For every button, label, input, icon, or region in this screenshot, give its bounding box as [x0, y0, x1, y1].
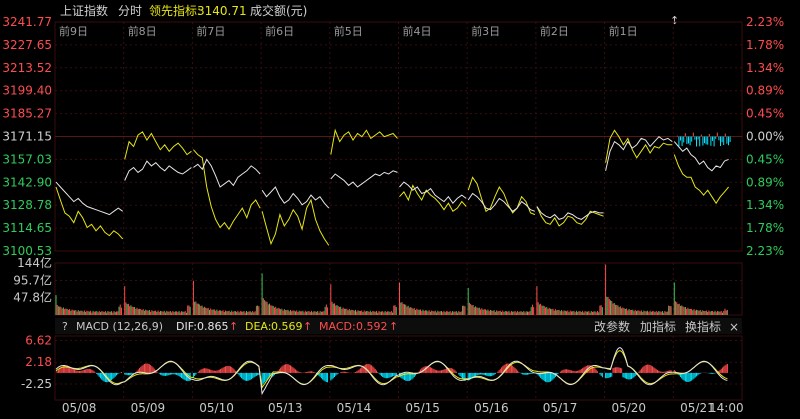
macd-axis: 6.62 2.18 -2.25: [21, 333, 52, 391]
index-name[interactable]: 上证指数: [60, 3, 108, 18]
help-icon[interactable]: ?: [62, 320, 68, 333]
date-label: 05/13: [268, 401, 303, 415]
date-label: 05/16: [474, 401, 509, 415]
day-label: 前4日: [403, 24, 432, 38]
volume-tick: 47.8亿: [13, 290, 52, 305]
date-label: 05/15: [405, 401, 440, 415]
leader-value: 3140.71: [197, 4, 247, 18]
price-tick: 3213.52: [2, 61, 52, 75]
macd-up-icon: ↑: [389, 320, 398, 333]
macd-title[interactable]: MACD (12,26,9): [76, 320, 163, 333]
price-tick: 3114.65: [2, 221, 52, 235]
day-label: 前7日: [196, 24, 225, 38]
price-tick: 3171.15: [2, 130, 52, 144]
dif-value: 0.865: [197, 320, 229, 333]
macd-value: 0.592: [356, 320, 388, 333]
macd-tick: -2.25: [21, 377, 52, 391]
percent-tick: 1.34%: [746, 61, 784, 75]
price-tick: 3185.27: [2, 107, 52, 121]
price-axis: 3241.77 3227.65 3213.52 3199.40 3185.27 3171.…: [2, 15, 52, 258]
price-tick: 3128.78: [2, 198, 52, 212]
close-icon[interactable]: ×: [729, 320, 739, 334]
percent-tick: 0.45%: [746, 107, 784, 121]
dif-label: DIF:: [176, 320, 197, 333]
day-label: 前1日: [609, 24, 638, 38]
percent-tick: 1.78%: [746, 38, 784, 52]
dea-label: DEA:: [245, 320, 271, 333]
mode-label[interactable]: 分时: [118, 4, 142, 18]
percent-tick: 0.89%: [746, 84, 784, 98]
date-label: 05/08: [62, 401, 97, 415]
price-tick: 3157.03: [2, 152, 52, 166]
volume-axis: 144亿 95.7亿 47.8亿: [13, 255, 52, 305]
date-label: 05/10: [199, 401, 234, 415]
day-label: 前6日: [265, 24, 294, 38]
macd-tick: 6.62: [25, 333, 52, 347]
expand-icon[interactable]: ↕: [670, 14, 679, 27]
macd-label: MACD:: [319, 320, 356, 333]
add-indicator-button[interactable]: 加指标: [640, 319, 676, 334]
percent-tick: 0.89%: [746, 175, 784, 189]
day-labels: 前9日 前8日 前7日 前6日 前5日 前4日 前3日 前2日 前1日: [59, 24, 638, 38]
percent-axis: 2.23% 1.78% 1.34% 0.89% 0.45% 0.00% 0.45% 0.89%…: [746, 15, 784, 258]
date-label: 05/17: [543, 401, 578, 415]
switch-indicator-button[interactable]: 换指标: [685, 319, 721, 334]
percent-tick: 2.23%: [746, 244, 784, 258]
dea-value: 0.569: [271, 320, 303, 333]
dif-up-icon: ↑: [229, 320, 238, 333]
percent-tick: 2.23%: [746, 15, 784, 29]
day-label: 前3日: [471, 24, 500, 38]
price-tick: 3227.65: [2, 38, 52, 52]
volume-unit-label: 成交额(元): [250, 3, 307, 18]
price-tick: 3142.90: [2, 175, 52, 189]
intraday-chart[interactable]: 上证指数 分时 领先指标: 3140.71 成交额(元) ↕ 前9日 前8日 前7日…: [0, 0, 800, 419]
macd-tick: 2.18: [25, 355, 52, 369]
day-label: 前5日: [334, 24, 363, 38]
date-label: 05/20: [611, 401, 646, 415]
day-label: 前9日: [59, 24, 88, 38]
percent-tick: 1.78%: [746, 221, 784, 235]
dea-up-icon: ↑: [303, 320, 312, 333]
percent-tick: 1.34%: [746, 198, 784, 212]
price-tick: 3199.40: [2, 84, 52, 98]
date-label: 05/09: [131, 401, 166, 415]
day-label: 前2日: [540, 24, 569, 38]
date-label: 05/14: [337, 401, 372, 415]
percent-tick: 0.00%: [746, 130, 784, 144]
leader-label: 领先指标:: [149, 3, 201, 18]
last-time-label: 14:00: [709, 401, 744, 415]
volume-tick: 144亿: [17, 255, 52, 270]
price-tick: 3241.77: [2, 15, 52, 29]
percent-tick: 0.45%: [746, 152, 784, 166]
volume-tick: 95.7亿: [13, 272, 52, 287]
day-label: 前8日: [128, 24, 157, 38]
change-params-button[interactable]: 改参数: [594, 319, 630, 334]
